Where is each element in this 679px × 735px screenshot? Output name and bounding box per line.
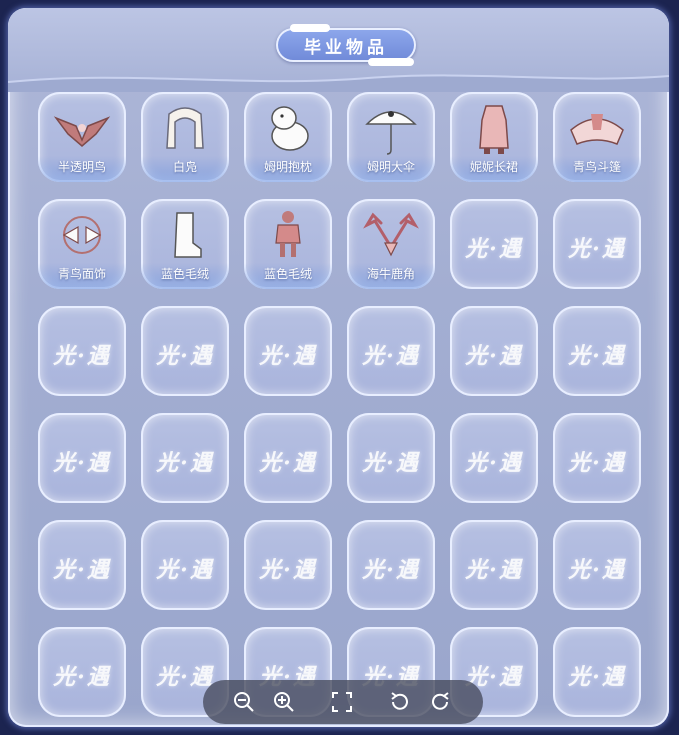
watermark-logo: 光·遇 xyxy=(53,664,111,690)
bird-wings-icon xyxy=(53,116,111,147)
empty-slot[interactable]: 光·遇 xyxy=(244,413,332,503)
item-label: 白凫 xyxy=(172,160,197,174)
item-label: 半透明鸟 xyxy=(57,160,106,174)
snow-ridge-decoration xyxy=(8,74,669,92)
inventory-panel: 毕业物品 半透明鸟 白凫 姆明抱枕 姆明大伞 妮妮长裙 青鸟斗篷 青鸟面饰 蓝色… xyxy=(8,8,669,727)
outfit-icon xyxy=(275,211,301,257)
item-slot[interactable]: 白凫 xyxy=(141,92,229,182)
watermark-logo: 光·遇 xyxy=(465,557,523,583)
empty-slot[interactable]: 光·遇 xyxy=(347,306,435,396)
empty-slot[interactable]: 光·遇 xyxy=(38,520,126,610)
watermark-logo: 光·遇 xyxy=(568,236,626,262)
item-grid: 半透明鸟 白凫 姆明抱枕 姆明大伞 妮妮长裙 青鸟斗篷 青鸟面饰 蓝色毛绒 蓝色… xyxy=(38,92,641,717)
item-slot[interactable]: 青鸟斗篷 xyxy=(553,92,641,182)
watermark-logo: 光·遇 xyxy=(465,450,523,476)
watermark-logo: 光·遇 xyxy=(568,557,626,583)
empty-slot[interactable]: 光·遇 xyxy=(450,520,538,610)
watermark-logo: 光·遇 xyxy=(156,450,214,476)
item-slot[interactable]: 蓝色毛绒 xyxy=(244,199,332,289)
empty-slot[interactable]: 光·遇 xyxy=(38,306,126,396)
page-title: 毕业物品 xyxy=(276,28,416,62)
page-title-text: 毕业物品 xyxy=(304,37,388,58)
item-label: 蓝色毛绒 xyxy=(160,267,209,281)
watermark-logo: 光·遇 xyxy=(156,557,214,583)
empty-slot[interactable]: 光·遇 xyxy=(553,520,641,610)
item-label: 妮妮长裙 xyxy=(469,160,518,174)
empty-slot[interactable]: 光·遇 xyxy=(553,306,641,396)
item-label: 姆明大伞 xyxy=(366,160,415,174)
watermark-logo: 光·遇 xyxy=(362,557,420,583)
watermark-logo: 光·遇 xyxy=(465,343,523,369)
empty-slot[interactable]: 光·遇 xyxy=(38,413,126,503)
antlers-icon xyxy=(363,212,419,257)
empty-slot[interactable]: 光·遇 xyxy=(450,199,538,289)
item-label: 青鸟斗篷 xyxy=(572,160,621,174)
face-mask-icon xyxy=(62,216,102,254)
watermark-logo: 光·遇 xyxy=(362,343,420,369)
watermark-logo: 光·遇 xyxy=(156,343,214,369)
empty-slot[interactable]: 光·遇 xyxy=(141,413,229,503)
watermark-logo: 光·遇 xyxy=(568,664,626,690)
watermark-logo: 光·遇 xyxy=(568,343,626,369)
white-hair-icon xyxy=(166,107,204,149)
item-label: 青鸟面饰 xyxy=(57,267,106,281)
watermark-logo: 光·遇 xyxy=(259,557,317,583)
cape-icon xyxy=(570,114,624,145)
empty-slot[interactable]: 光·遇 xyxy=(553,199,641,289)
moomin-plush-icon xyxy=(271,106,309,151)
watermark-logo: 光·遇 xyxy=(362,450,420,476)
item-slot[interactable]: 半透明鸟 xyxy=(38,92,126,182)
watermark-logo: 光·遇 xyxy=(53,450,111,476)
item-label: 姆明抱枕 xyxy=(263,160,312,174)
watermark-logo: 光·遇 xyxy=(53,343,111,369)
empty-slot[interactable]: 光·遇 xyxy=(38,627,126,717)
rotate-left-icon[interactable] xyxy=(388,690,412,714)
item-slot[interactable]: 姆明大伞 xyxy=(347,92,435,182)
watermark-logo: 光·遇 xyxy=(259,343,317,369)
snow-cap-left xyxy=(290,24,330,32)
empty-slot[interactable]: 光·遇 xyxy=(347,520,435,610)
item-slot[interactable]: 青鸟面饰 xyxy=(38,199,126,289)
watermark-logo: 光·遇 xyxy=(568,450,626,476)
zoom-out-icon[interactable] xyxy=(232,690,256,714)
item-slot[interactable]: 蓝色毛绒 xyxy=(141,199,229,289)
item-label: 海牛鹿角 xyxy=(366,267,415,281)
watermark-logo: 光·遇 xyxy=(465,236,523,262)
empty-slot[interactable]: 光·遇 xyxy=(141,520,229,610)
fullscreen-icon[interactable] xyxy=(330,690,354,714)
boot-icon xyxy=(174,212,202,258)
watermark-logo: 光·遇 xyxy=(259,450,317,476)
empty-slot[interactable]: 光·遇 xyxy=(244,306,332,396)
empty-slot[interactable]: 光·遇 xyxy=(244,520,332,610)
item-slot[interactable]: 妮妮长裙 xyxy=(450,92,538,182)
empty-slot[interactable]: 光·遇 xyxy=(450,306,538,396)
snow-cap-right xyxy=(368,58,414,66)
empty-slot[interactable]: 光·遇 xyxy=(141,306,229,396)
empty-slot[interactable]: 光·遇 xyxy=(450,413,538,503)
long-dress-icon xyxy=(479,105,509,154)
zoom-in-icon[interactable] xyxy=(272,690,296,714)
item-slot[interactable]: 海牛鹿角 xyxy=(347,199,435,289)
watermark-logo: 光·遇 xyxy=(53,557,111,583)
empty-slot[interactable]: 光·遇 xyxy=(347,413,435,503)
umbrella-icon xyxy=(365,111,417,155)
empty-slot[interactable]: 光·遇 xyxy=(553,413,641,503)
item-slot[interactable]: 姆明抱枕 xyxy=(244,92,332,182)
image-viewer-toolbar xyxy=(203,680,483,724)
empty-slot[interactable]: 光·遇 xyxy=(553,627,641,717)
item-label: 蓝色毛绒 xyxy=(263,267,312,281)
rotate-right-icon[interactable] xyxy=(428,690,452,714)
